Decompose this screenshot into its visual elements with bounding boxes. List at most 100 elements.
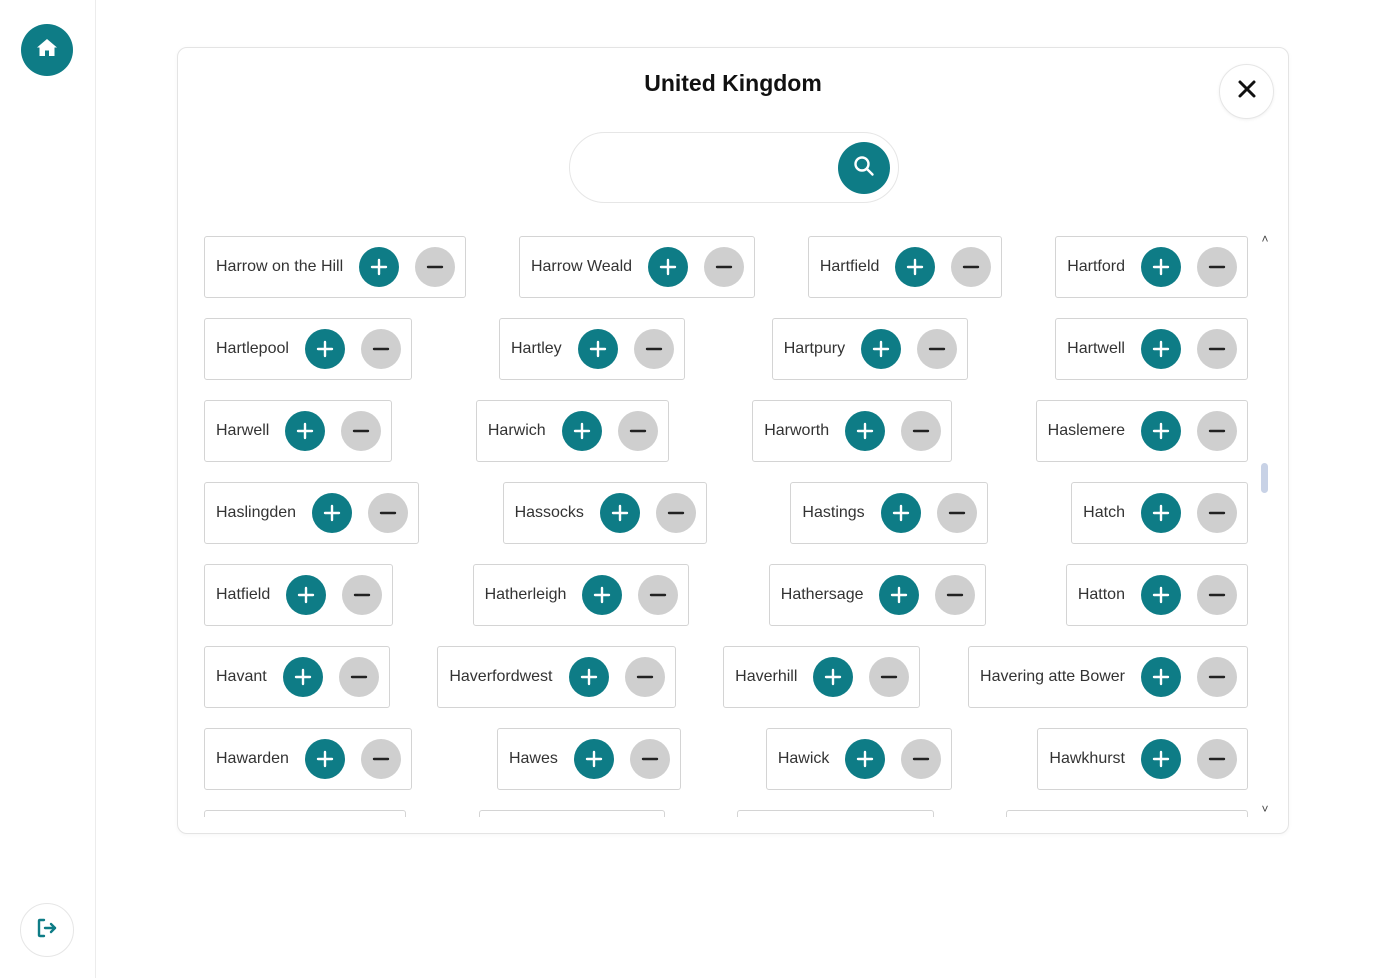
remove-city-button[interactable] bbox=[704, 247, 745, 287]
remove-city-button[interactable] bbox=[655, 493, 696, 533]
home-button[interactable] bbox=[21, 24, 73, 76]
add-city-button[interactable] bbox=[1140, 493, 1181, 533]
add-city-button[interactable] bbox=[880, 493, 921, 533]
city-label: Harrow Weald bbox=[530, 258, 633, 275]
remove-city-button[interactable] bbox=[869, 657, 910, 697]
minus-icon bbox=[927, 339, 947, 359]
city-item: Hatherleigh bbox=[472, 564, 690, 626]
city-label: Hatherleigh bbox=[484, 586, 567, 603]
remove-city-button[interactable] bbox=[901, 739, 942, 779]
remove-city-button[interactable] bbox=[368, 493, 409, 533]
city-item: Harwich bbox=[475, 400, 669, 462]
remove-city-button[interactable] bbox=[338, 657, 379, 697]
scroll-up-arrow[interactable]: ˄ bbox=[1258, 232, 1272, 246]
remove-city-button[interactable] bbox=[1196, 329, 1237, 369]
remove-city-button[interactable] bbox=[617, 411, 658, 451]
add-city-button[interactable] bbox=[1141, 657, 1181, 697]
city-label: Havering atte Bower bbox=[980, 668, 1125, 685]
minus-icon bbox=[1207, 585, 1227, 605]
add-city-button[interactable] bbox=[304, 329, 345, 369]
remove-city-button[interactable] bbox=[638, 575, 679, 615]
city-label: Hatton bbox=[1077, 586, 1125, 603]
city-label: Hartlepool bbox=[216, 340, 289, 357]
add-city-button[interactable] bbox=[599, 493, 640, 533]
plus-icon bbox=[1151, 503, 1171, 523]
add-city-button[interactable] bbox=[861, 329, 902, 369]
plus-icon bbox=[855, 421, 875, 441]
add-city-button[interactable] bbox=[845, 739, 886, 779]
remove-city-button[interactable] bbox=[1196, 739, 1237, 779]
remove-city-button[interactable] bbox=[951, 247, 992, 287]
minus-icon bbox=[714, 257, 734, 277]
add-city-button[interactable] bbox=[1141, 247, 1181, 287]
add-city-button[interactable] bbox=[568, 657, 609, 697]
minus-icon bbox=[640, 749, 660, 769]
add-city-button[interactable] bbox=[1140, 739, 1181, 779]
remove-city-button[interactable] bbox=[917, 329, 958, 369]
remove-city-button[interactable] bbox=[935, 575, 976, 615]
add-city-button[interactable] bbox=[304, 739, 345, 779]
remove-city-button[interactable] bbox=[341, 411, 382, 451]
add-city-button[interactable] bbox=[813, 657, 854, 697]
add-city-button[interactable] bbox=[285, 411, 326, 451]
minus-icon bbox=[628, 421, 648, 441]
minus-icon bbox=[879, 667, 899, 687]
scrollbar-thumb[interactable] bbox=[1261, 463, 1268, 493]
close-button[interactable] bbox=[1219, 64, 1274, 119]
city-label: Haverfordwest bbox=[449, 668, 553, 685]
city-row: Havant Haverfordwest Haverhill Havering att… bbox=[204, 646, 1248, 708]
remove-city-button[interactable] bbox=[1197, 657, 1237, 697]
remove-city-button[interactable] bbox=[1197, 247, 1237, 287]
city-label: Hartpury bbox=[783, 340, 846, 357]
add-city-button[interactable] bbox=[359, 247, 400, 287]
city-label: Hawes bbox=[508, 750, 558, 767]
add-city-button[interactable] bbox=[582, 575, 623, 615]
city-row: Harrow on the Hill Harrow Weald Hartfield H… bbox=[204, 236, 1248, 298]
add-city-button[interactable] bbox=[282, 657, 323, 697]
add-city-button[interactable] bbox=[1140, 575, 1181, 615]
remove-city-button[interactable] bbox=[342, 575, 383, 615]
plus-icon bbox=[369, 257, 389, 277]
add-city-button[interactable] bbox=[1140, 329, 1181, 369]
city-item: Haslemere bbox=[1035, 400, 1248, 462]
add-city-button[interactable] bbox=[561, 411, 602, 451]
logout-button[interactable] bbox=[20, 903, 74, 957]
add-city-button[interactable] bbox=[879, 575, 920, 615]
remove-city-button[interactable] bbox=[624, 657, 665, 697]
scroll-down-arrow[interactable]: ˅ bbox=[1258, 802, 1272, 816]
search-input[interactable] bbox=[590, 145, 830, 190]
remove-city-button[interactable] bbox=[360, 329, 401, 369]
plus-icon bbox=[905, 257, 925, 277]
city-item: Hassocks bbox=[502, 482, 707, 544]
city-label: Hatch bbox=[1083, 504, 1125, 521]
city-label: Harwich bbox=[487, 422, 546, 439]
remove-city-button[interactable] bbox=[633, 329, 674, 369]
search-button[interactable] bbox=[838, 142, 890, 194]
city-label: Hartford bbox=[1067, 258, 1125, 275]
city-label: Havant bbox=[216, 668, 267, 685]
plus-icon bbox=[1151, 257, 1171, 277]
add-city-button[interactable] bbox=[648, 247, 689, 287]
remove-city-button[interactable] bbox=[901, 411, 942, 451]
city-list[interactable]: Harrow on the Hill Harrow Weald Hartfield H… bbox=[204, 235, 1248, 817]
city-label: Harworth bbox=[764, 422, 830, 439]
add-city-button[interactable] bbox=[573, 739, 614, 779]
city-label: Hassocks bbox=[514, 504, 584, 521]
remove-city-button[interactable] bbox=[360, 739, 401, 779]
remove-city-button[interactable] bbox=[1196, 493, 1237, 533]
city-item: Hastings bbox=[790, 482, 988, 544]
remove-city-button[interactable] bbox=[415, 247, 456, 287]
add-city-button[interactable] bbox=[895, 247, 936, 287]
city-label: Hartley bbox=[511, 340, 562, 357]
remove-city-button[interactable] bbox=[936, 493, 977, 533]
add-city-button[interactable] bbox=[577, 329, 618, 369]
add-city-button[interactable] bbox=[1141, 411, 1181, 451]
add-city-button[interactable] bbox=[312, 493, 353, 533]
add-city-button[interactable] bbox=[286, 575, 327, 615]
logout-icon bbox=[35, 916, 59, 945]
remove-city-button[interactable] bbox=[1197, 411, 1237, 451]
city-item: Harworth bbox=[752, 400, 953, 462]
add-city-button[interactable] bbox=[845, 411, 886, 451]
remove-city-button[interactable] bbox=[1196, 575, 1237, 615]
remove-city-button[interactable] bbox=[629, 739, 670, 779]
